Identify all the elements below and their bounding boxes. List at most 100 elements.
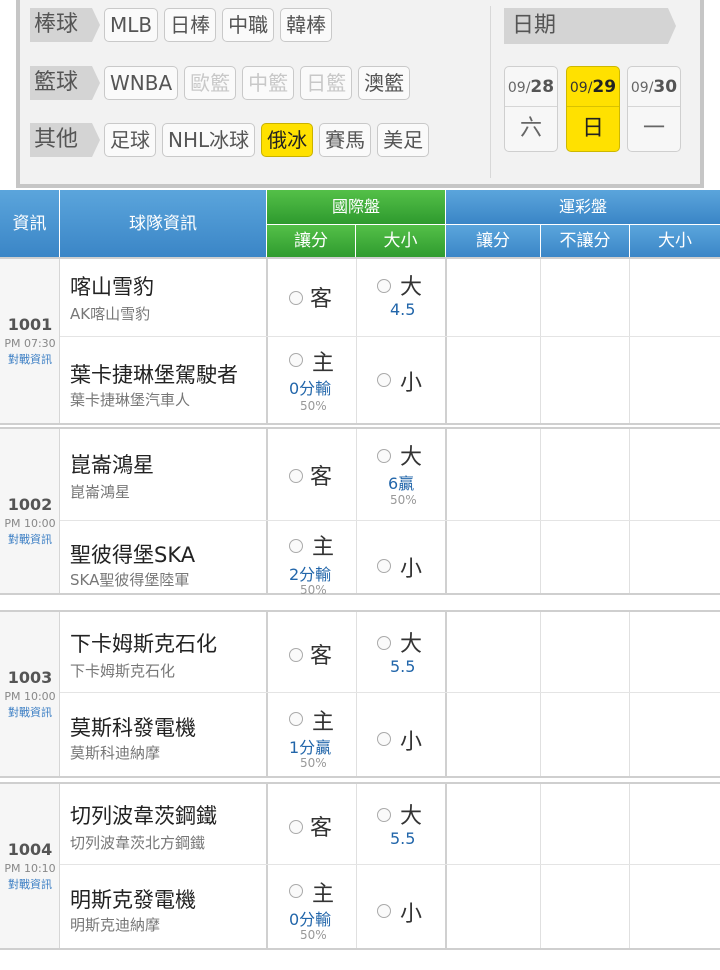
home-team-name: 葉卡捷琳堡駕駛者	[70, 363, 238, 387]
home-team-name: 明斯克發電機	[70, 888, 196, 912]
over-line: 5.5	[390, 657, 416, 676]
filter-row-basketball: 籃球 WNBA 歐籃 中籃 日籃 澳籃	[30, 66, 416, 100]
matchup-info-link[interactable]: 對戰資訊	[0, 704, 60, 720]
column-divider	[445, 259, 447, 423]
over-line: 6贏	[388, 474, 415, 493]
home-spread-radio[interactable]	[289, 539, 303, 553]
matchup-info-link[interactable]: 對戰資訊	[0, 876, 60, 892]
game-info-cell: 1004 PM 10:10 對戰資訊	[0, 784, 60, 948]
date-month-day: 09/29	[567, 67, 619, 107]
home-spread-line: 0分輸	[289, 910, 332, 929]
away-spread-radio[interactable]	[289, 291, 303, 305]
header-intl-odds: 國際盤	[267, 190, 445, 224]
league-button-horse-racing[interactable]: 賽馬	[319, 123, 372, 157]
under-label: 小	[400, 557, 423, 582]
league-button-wnba[interactable]: WNBA	[104, 66, 179, 100]
game-number: 1001	[7, 315, 53, 334]
home-team-subname: 莫斯科迪納摩	[70, 744, 161, 762]
date-weekday: 日	[581, 116, 604, 141]
column-divider	[356, 259, 357, 423]
away-spread-radio[interactable]	[289, 648, 303, 662]
date-button-0930[interactable]: 09/30 一	[627, 66, 681, 152]
home-spread-pct: 50%	[300, 756, 327, 770]
away-spread-radio[interactable]	[289, 820, 303, 834]
column-divider	[629, 429, 630, 593]
date-month-day: 09/28	[505, 67, 557, 107]
away-team-subname: 下卡姆斯克石化	[70, 662, 176, 680]
over-line: 4.5	[390, 300, 416, 319]
away-spread-label: 客	[310, 644, 333, 669]
home-team-subname: 葉卡捷琳堡汽車人	[70, 391, 191, 409]
league-button-nhl[interactable]: NHL冰球	[162, 123, 256, 157]
header-team: 球隊資訊	[60, 190, 266, 258]
home-team-cell: 葉卡捷琳堡駕駛者 葉卡捷琳堡汽車人	[60, 341, 266, 423]
over-label: 大	[400, 804, 423, 829]
under-radio[interactable]	[377, 732, 391, 746]
column-divider	[266, 784, 268, 948]
home-spread-pct: 50%	[300, 928, 327, 942]
home-team-cell: 莫斯科發電機 莫斯科迪納摩	[60, 694, 266, 776]
league-button-khl[interactable]: 俄冰	[261, 123, 314, 157]
game-number: 1003	[7, 668, 53, 687]
league-button-euro-basketball: 歐籃	[184, 66, 237, 100]
home-spread-label: 主	[312, 710, 335, 735]
game-time: PM 10:00	[4, 517, 56, 530]
over-pct: 50%	[390, 493, 417, 507]
home-team-name: 莫斯科發電機	[70, 716, 196, 740]
row-divider	[60, 336, 720, 337]
home-spread-pct: 50%	[300, 583, 327, 597]
over-radio[interactable]	[377, 808, 391, 822]
home-team-cell: 明斯克發電機 明斯克迪納摩	[60, 866, 266, 948]
header-lottery-total: 大小	[630, 225, 720, 258]
game-row: 1001 PM 07:30 對戰資訊 喀山雪豹 AK喀山雪豹 葉卡捷琳堡駕駛者 …	[0, 257, 720, 425]
away-team-subname: AK喀山雪豹	[70, 305, 151, 323]
matchup-info-link[interactable]: 對戰資訊	[0, 531, 60, 547]
column-divider	[266, 259, 268, 423]
matchup-info-link[interactable]: 對戰資訊	[0, 351, 60, 367]
away-spread-radio[interactable]	[289, 469, 303, 483]
game-number: 1004	[7, 840, 53, 859]
over-radio[interactable]	[377, 449, 391, 463]
over-radio[interactable]	[377, 279, 391, 293]
game-time: PM 10:00	[4, 690, 56, 703]
game-row: 1003 PM 10:00 對戰資訊 下卡姆斯克石化 下卡姆斯克石化 莫斯科發電…	[0, 610, 720, 778]
league-button-japan-basketball: 日籃	[300, 66, 353, 100]
home-spread-radio[interactable]	[289, 712, 303, 726]
game-info-cell: 1001 PM 07:30 對戰資訊	[0, 259, 60, 423]
league-button-american-football[interactable]: 美足	[377, 123, 430, 157]
away-spread-label: 客	[310, 287, 333, 312]
column-divider	[356, 612, 357, 776]
away-team-cell: 崑崙鴻星 崑崙鴻星	[60, 429, 266, 519]
league-button-cpbl[interactable]: 中職	[222, 8, 275, 42]
date-button-0929[interactable]: 09/29 日	[566, 66, 620, 152]
league-button-aus-basketball[interactable]: 澳籃	[358, 66, 411, 100]
under-radio[interactable]	[377, 559, 391, 573]
over-label: 大	[400, 632, 423, 657]
under-radio[interactable]	[377, 904, 391, 918]
away-team-name: 下卡姆斯克石化	[70, 632, 217, 656]
under-radio[interactable]	[377, 373, 391, 387]
away-team-name: 喀山雪豹	[70, 275, 154, 299]
home-spread-label: 主	[312, 535, 335, 560]
home-spread-label: 主	[312, 351, 335, 376]
home-team-name: 聖彼得堡SKA	[70, 543, 196, 567]
home-spread-radio[interactable]	[289, 353, 303, 367]
over-radio[interactable]	[377, 636, 391, 650]
header-intl-total: 大小	[356, 225, 445, 258]
league-button-soccer[interactable]: 足球	[104, 123, 156, 157]
league-button-npb[interactable]: 日棒	[164, 8, 217, 42]
column-divider	[629, 784, 630, 948]
category-tag-basketball: 籃球	[30, 66, 100, 100]
away-spread-label: 客	[310, 465, 333, 490]
league-button-kbo[interactable]: 韓棒	[280, 8, 333, 42]
home-spread-pct: 50%	[300, 399, 327, 413]
league-button-china-basketball: 中籃	[242, 66, 295, 100]
away-team-name: 切列波韋茨鋼鐵	[70, 804, 217, 828]
away-team-cell: 下卡姆斯克石化 下卡姆斯克石化	[60, 612, 266, 694]
home-spread-radio[interactable]	[289, 884, 303, 898]
filter-row-baseball: 棒球 MLB 日棒 中職 韓棒	[30, 8, 338, 42]
game-time: PM 10:10	[4, 862, 56, 875]
date-button-0928[interactable]: 09/28 六	[504, 66, 558, 152]
column-divider	[629, 612, 630, 776]
league-button-mlb[interactable]: MLB	[104, 8, 159, 42]
